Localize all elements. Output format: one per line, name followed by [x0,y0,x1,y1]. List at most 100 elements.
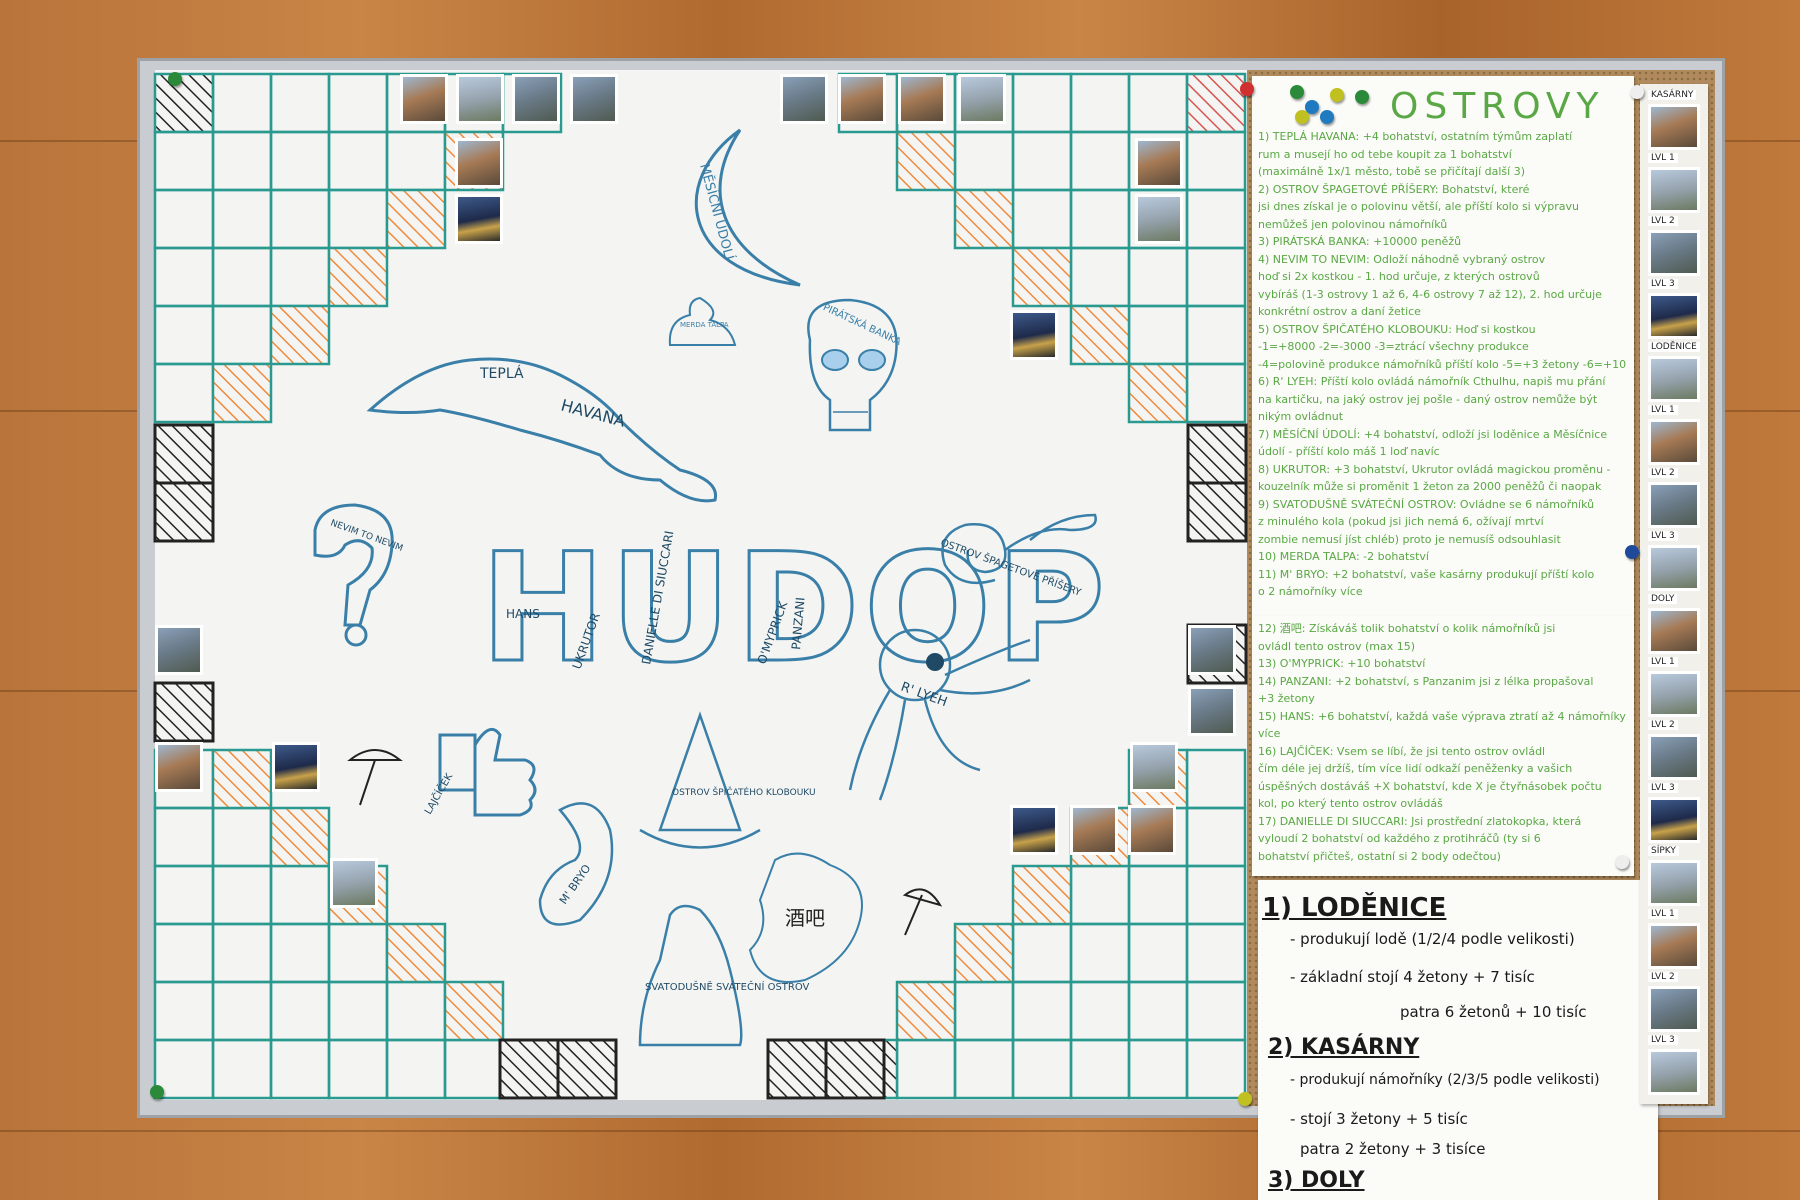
board-cell[interactable] [1011,1038,1073,1100]
board-cell[interactable] [211,922,273,984]
board-cell[interactable] [269,72,331,134]
photo-card[interactable] [1010,805,1058,855]
board-cell[interactable] [211,864,273,926]
hatched-cell[interactable] [153,481,215,543]
board-cell[interactable] [895,1038,957,1100]
push-pin[interactable] [1615,855,1629,869]
board-cell[interactable] [269,246,331,308]
board-cell[interactable] [211,362,273,424]
board-cell[interactable] [1011,980,1073,1042]
push-pin[interactable] [1290,85,1304,99]
push-pin[interactable] [1630,85,1644,99]
pirate-bank-skull[interactable]: PIRÁTSKÁ BANKA [807,298,904,432]
board-cell[interactable] [211,748,273,810]
board-cell[interactable] [211,1038,273,1100]
push-pin[interactable] [168,72,182,86]
photo-card[interactable] [958,74,1006,124]
board-cell[interactable] [895,980,957,1042]
board-cell[interactable] [385,1038,447,1100]
board-cell[interactable] [269,980,331,1042]
board-cell[interactable] [1069,246,1131,308]
jiuba-island[interactable]: 酒吧 [748,852,863,983]
board-cell[interactable] [327,130,389,192]
push-pin[interactable] [1330,88,1344,102]
board-cell[interactable] [269,864,331,926]
push-pin[interactable] [1625,545,1639,559]
board-cell[interactable] [269,188,331,250]
hatched-cell[interactable] [498,1038,560,1100]
board-cell[interactable] [1185,72,1247,134]
board-cell[interactable] [153,304,215,366]
board-cell[interactable] [327,72,389,134]
board-cell[interactable] [385,980,447,1042]
board-cell[interactable] [895,130,957,192]
board-cell[interactable] [953,188,1015,250]
photo-card[interactable] [1188,625,1236,675]
photo-card[interactable] [898,74,946,124]
board-cell[interactable] [1185,188,1247,250]
photo-card[interactable] [1010,310,1058,360]
board-cell[interactable] [211,980,273,1042]
board-cell[interactable] [1185,130,1247,192]
photo-card[interactable] [155,742,203,792]
level-photo[interactable] [1648,1049,1700,1095]
board-cell[interactable] [1011,72,1073,134]
level-photo[interactable] [1648,167,1700,213]
push-pin[interactable] [150,1085,164,1099]
push-pin[interactable] [1355,90,1369,104]
board-cell[interactable] [1185,304,1247,366]
board-cell[interactable] [153,864,215,926]
board-cell[interactable] [211,246,273,308]
board-cell[interactable] [443,980,505,1042]
push-pin[interactable] [1295,110,1309,124]
board-cell[interactable] [1185,864,1247,926]
board-cell[interactable] [153,246,215,308]
level-photo[interactable] [1648,419,1700,465]
level-photo[interactable] [1648,230,1700,276]
photo-card[interactable] [780,74,828,124]
level-photo[interactable] [1648,293,1700,339]
board-cell[interactable] [1069,304,1131,366]
board-cell[interactable] [443,1038,505,1100]
board-cell[interactable] [327,922,389,984]
photo-card[interactable] [272,742,320,792]
hatched-cell[interactable] [824,1038,886,1100]
board-cell[interactable] [327,188,389,250]
level-photo[interactable] [1648,797,1700,843]
board-cell[interactable] [153,922,215,984]
board-cell[interactable] [1069,72,1131,134]
hatched-cell[interactable] [153,423,215,485]
level-photo[interactable] [1648,608,1700,654]
board-cell[interactable] [153,980,215,1042]
photo-card[interactable] [1135,194,1183,244]
photo-card[interactable] [1188,686,1236,736]
photo-card[interactable] [400,74,448,124]
board-cell[interactable] [1069,980,1131,1042]
board-cell[interactable] [1127,864,1189,926]
board-cell[interactable] [269,922,331,984]
board-cell[interactable] [1127,72,1189,134]
board-cell[interactable] [153,72,215,134]
level-photo[interactable] [1648,671,1700,717]
photo-card[interactable] [512,74,560,124]
board-cell[interactable] [1185,980,1247,1042]
photo-card[interactable] [155,625,203,675]
board-cell[interactable] [1011,864,1073,926]
board-cell[interactable] [1185,748,1247,810]
level-photo[interactable] [1648,482,1700,528]
photo-card[interactable] [330,858,378,908]
hatched-cell[interactable] [1186,423,1248,485]
board-cell[interactable] [385,188,447,250]
push-pin[interactable] [1240,82,1254,96]
board-cell[interactable] [1185,246,1247,308]
board-cell[interactable] [1185,806,1247,868]
mbryo-bean[interactable]: M' BRYO [538,802,614,926]
board-cell[interactable] [269,1038,331,1100]
board-cell[interactable] [1069,1038,1131,1100]
push-pin[interactable] [1238,1092,1252,1106]
havana-label[interactable]: HAVANA [559,396,627,431]
hatched-cell[interactable] [556,1038,618,1100]
photo-card[interactable] [838,74,886,124]
level-photo[interactable] [1648,860,1700,906]
board-cell[interactable] [153,188,215,250]
